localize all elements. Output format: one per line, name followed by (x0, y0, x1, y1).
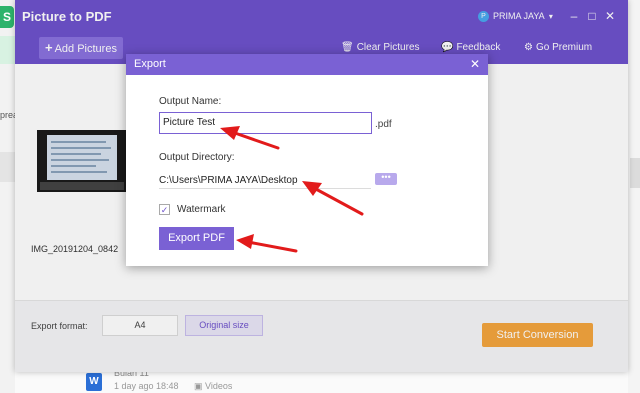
watermark-label[interactable]: Watermark (177, 204, 226, 215)
dialog-header: Export ✕ (126, 54, 488, 75)
output-name-input[interactable]: Picture Test (159, 112, 372, 134)
directory-underline (159, 188, 371, 189)
background-doc-folder: ▣ Videos (194, 381, 233, 391)
dialog-title: Export (134, 58, 166, 70)
export-pdf-button[interactable]: Export PDF (159, 227, 234, 250)
background-block (0, 152, 15, 182)
background-right-panel (628, 0, 640, 393)
background-app-logo: S (0, 6, 14, 28)
watermark-checkbox[interactable]: ✓ (159, 204, 170, 215)
word-doc-icon[interactable]: W (86, 373, 102, 391)
close-icon[interactable]: ✕ (470, 57, 480, 71)
browse-directory-button[interactable]: ••• (375, 173, 397, 185)
output-directory-field[interactable]: C:\Users\PRIMA JAYA\Desktop (159, 175, 298, 186)
background-list (15, 372, 628, 393)
background-highlight (0, 36, 15, 64)
screen: S prea W Bulan 11 1 day ago 18:48 ▣ Vide… (0, 0, 640, 393)
output-directory-label: Output Directory: (159, 152, 235, 163)
background-doc-time: 1 day ago 18:48 (114, 381, 179, 391)
output-name-label: Output Name: (159, 96, 222, 107)
export-dialog: Export ✕ Output Name: Picture Test .pdf … (126, 54, 488, 266)
background-scrollbar[interactable] (630, 158, 640, 188)
background-doc-folder-label: Videos (205, 381, 233, 391)
file-extension: .pdf (375, 119, 392, 130)
